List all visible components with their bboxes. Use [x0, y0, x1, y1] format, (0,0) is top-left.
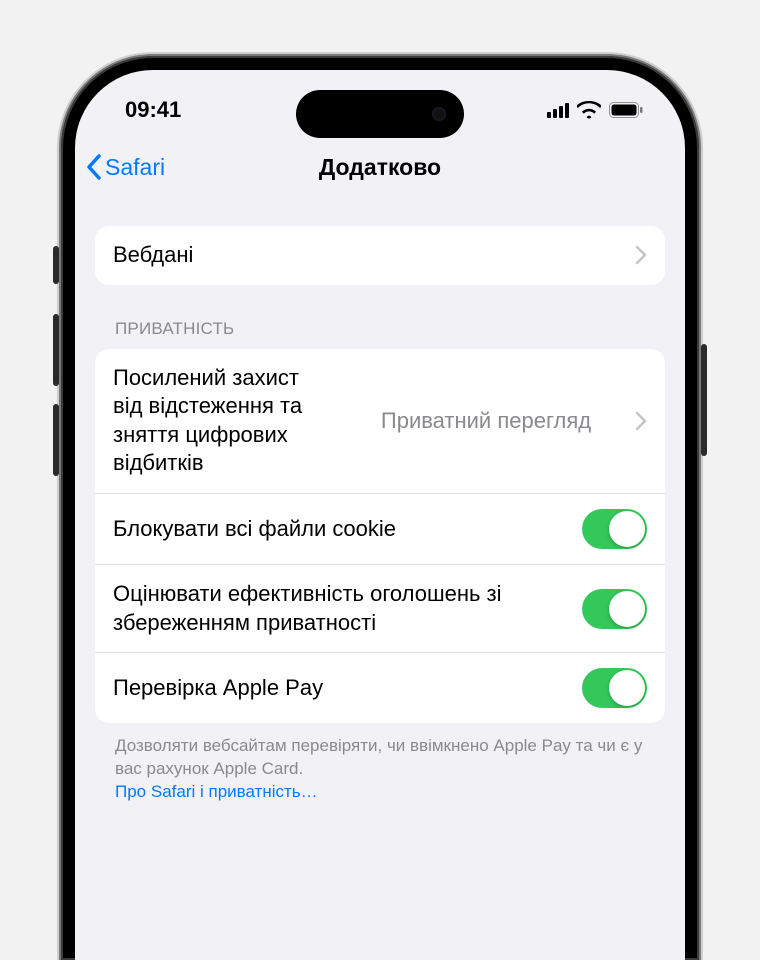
- page-title: Додатково: [319, 154, 441, 181]
- volume-button: [53, 246, 59, 284]
- privacy-header: ПРИВАТНІСТЬ: [95, 285, 665, 349]
- block-cookies-row: Блокувати всі файли cookie: [95, 493, 665, 564]
- iphone-frame: 09:41 Safari: [61, 56, 699, 960]
- tracking-label: Посилений захист від відстеження та знят…: [113, 364, 343, 478]
- apple-pay-label: Перевірка Apple Pay: [113, 674, 582, 703]
- privacy-footer: Дозволяти вебсайтам перевіряти, чи ввімк…: [95, 723, 665, 804]
- block-cookies-label: Блокувати всі файли cookie: [113, 515, 582, 544]
- block-cookies-toggle[interactable]: [582, 509, 647, 549]
- volume-up-button: [53, 314, 59, 386]
- power-button: [701, 344, 707, 456]
- navigation-bar: Safari Додатково: [75, 138, 685, 196]
- privacy-learn-more-link[interactable]: Про Safari і приватність…: [115, 782, 318, 801]
- screen: 09:41 Safari: [75, 70, 685, 960]
- chevron-right-icon: [635, 245, 647, 265]
- webdata-label: Вебдані: [113, 241, 635, 270]
- back-button[interactable]: Safari: [85, 153, 165, 181]
- back-label: Safari: [105, 154, 165, 181]
- apple-pay-toggle[interactable]: [582, 668, 647, 708]
- battery-icon: [609, 102, 643, 118]
- volume-down-button: [53, 404, 59, 476]
- tracking-protection-row[interactable]: Посилений захист від відстеження та знят…: [95, 349, 665, 493]
- cellular-icon: [547, 102, 569, 118]
- chevron-left-icon: [85, 153, 103, 181]
- ad-measurement-label: Оцінювати ефективність оголошень зі збер…: [113, 580, 582, 637]
- apple-pay-check-row: Перевірка Apple Pay: [95, 652, 665, 723]
- webdata-group: Вебдані: [95, 226, 665, 285]
- wifi-icon: [577, 101, 601, 119]
- footer-text: Дозволяти вебсайтам перевіряти, чи ввімк…: [115, 736, 642, 778]
- ad-measurement-toggle[interactable]: [582, 589, 647, 629]
- tracking-value: Приватний перегляд: [381, 408, 591, 434]
- ad-measurement-row: Оцінювати ефективність оголошень зі збер…: [95, 564, 665, 652]
- dynamic-island: [296, 90, 464, 138]
- status-time: 09:41: [125, 97, 181, 123]
- webdata-row[interactable]: Вебдані: [95, 226, 665, 285]
- chevron-right-icon: [635, 411, 647, 431]
- privacy-group: Посилений захист від відстеження та знят…: [95, 349, 665, 724]
